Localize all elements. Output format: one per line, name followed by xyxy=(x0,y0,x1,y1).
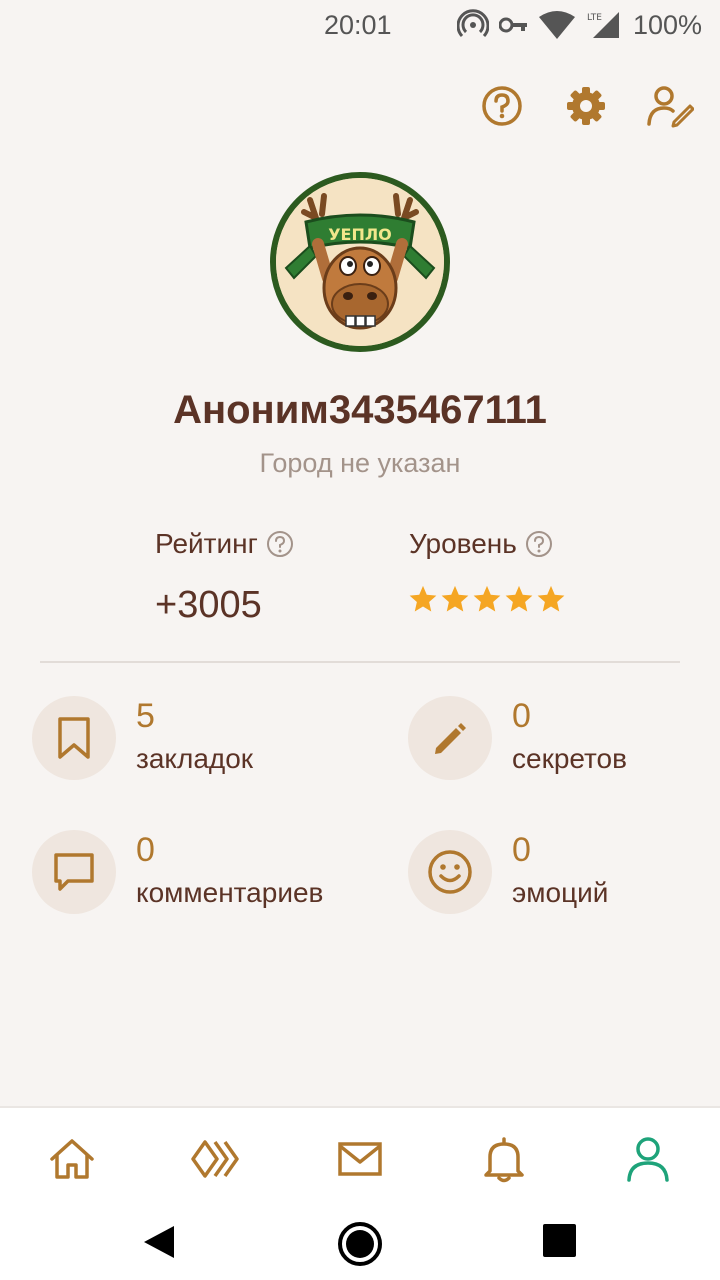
star-icon xyxy=(537,585,565,612)
hotspot-icon xyxy=(456,9,489,38)
stat-secrets-icon-bg xyxy=(408,696,492,780)
nav-feed[interactable] xyxy=(166,1119,266,1199)
stat-bookmarks-icon-bg xyxy=(32,696,116,780)
svg-text:УЕПЛО: УЕПЛО xyxy=(328,225,392,244)
nav-messages[interactable] xyxy=(310,1119,410,1199)
divider xyxy=(40,661,680,663)
avatar[interactable]: УЕПЛО xyxy=(270,172,450,352)
nav-home[interactable] xyxy=(22,1119,122,1199)
username: Аноним3435467111 xyxy=(173,388,547,432)
rating-label: Рейтинг xyxy=(155,528,294,560)
secrets-label: секретов xyxy=(512,743,627,774)
level-stars xyxy=(408,584,566,614)
home-icon xyxy=(50,1139,94,1179)
emotions-count: 0 xyxy=(512,831,531,869)
settings-button[interactable] xyxy=(558,78,614,134)
wifi-icon xyxy=(538,11,575,39)
status-icons: LTE 100% xyxy=(456,8,702,42)
nav-notifications[interactable] xyxy=(454,1119,554,1199)
rating-value: +3005 xyxy=(155,584,262,626)
profile-icon xyxy=(627,1137,669,1182)
help-icon xyxy=(482,86,522,126)
stat-emotions-icon-bg xyxy=(408,830,492,914)
emotions-label: эмоций xyxy=(512,877,609,908)
rating-label-text: Рейтинг xyxy=(155,528,258,559)
back-icon[interactable] xyxy=(140,1224,176,1260)
edit-profile-icon xyxy=(647,86,694,128)
home-system-icon[interactable] xyxy=(336,1220,384,1268)
comment-icon xyxy=(54,853,94,891)
stat-secrets[interactable]: 0 секретов xyxy=(408,696,627,780)
star-icon xyxy=(473,585,501,612)
level-label: Уровень xyxy=(409,528,553,560)
secrets-count: 0 xyxy=(512,697,531,735)
rating-help-icon[interactable] xyxy=(266,530,294,558)
city-label: Город не указан xyxy=(259,448,461,478)
recent-apps-icon[interactable] xyxy=(543,1224,576,1257)
feed-icon xyxy=(191,1140,239,1178)
top-actions xyxy=(474,78,698,134)
lte-signal-icon: LTE xyxy=(587,12,619,38)
star-icon xyxy=(409,585,437,612)
bookmarks-label: закладок xyxy=(136,743,254,774)
bell-icon xyxy=(484,1137,524,1183)
status-bar: 20:01 LTE 100% xyxy=(0,0,720,50)
nav-profile[interactable] xyxy=(598,1119,698,1199)
moose-avatar-image: УЕПЛО xyxy=(276,178,444,346)
battery-percent: 100% xyxy=(632,9,702,40)
stat-emotions[interactable]: 0 эмоций xyxy=(408,830,608,914)
comments-label: комментариев xyxy=(136,877,324,908)
key-icon xyxy=(498,17,527,33)
star-icon xyxy=(505,585,533,612)
svg-text:LTE: LTE xyxy=(587,13,602,23)
system-nav-bar xyxy=(0,1208,720,1280)
help-button[interactable] xyxy=(474,78,530,134)
comments-count: 0 xyxy=(136,831,155,869)
stat-comments[interactable]: 0 комментариев xyxy=(32,830,323,914)
mail-icon xyxy=(338,1142,382,1176)
bottom-nav xyxy=(0,1106,720,1210)
level-label-text: Уровень xyxy=(409,528,517,559)
star-icon xyxy=(441,585,469,612)
smiley-icon xyxy=(428,850,472,894)
bookmarks-count: 5 xyxy=(136,697,155,735)
bookmark-icon xyxy=(58,717,90,759)
level-help-icon[interactable] xyxy=(525,530,553,558)
edit-profile-button[interactable] xyxy=(642,78,698,134)
pencil-icon xyxy=(435,723,466,754)
stat-comments-icon-bg xyxy=(32,830,116,914)
status-time: 20:01 xyxy=(324,10,392,40)
stat-bookmarks[interactable]: 5 закладок xyxy=(32,696,253,780)
gear-icon xyxy=(567,87,605,125)
